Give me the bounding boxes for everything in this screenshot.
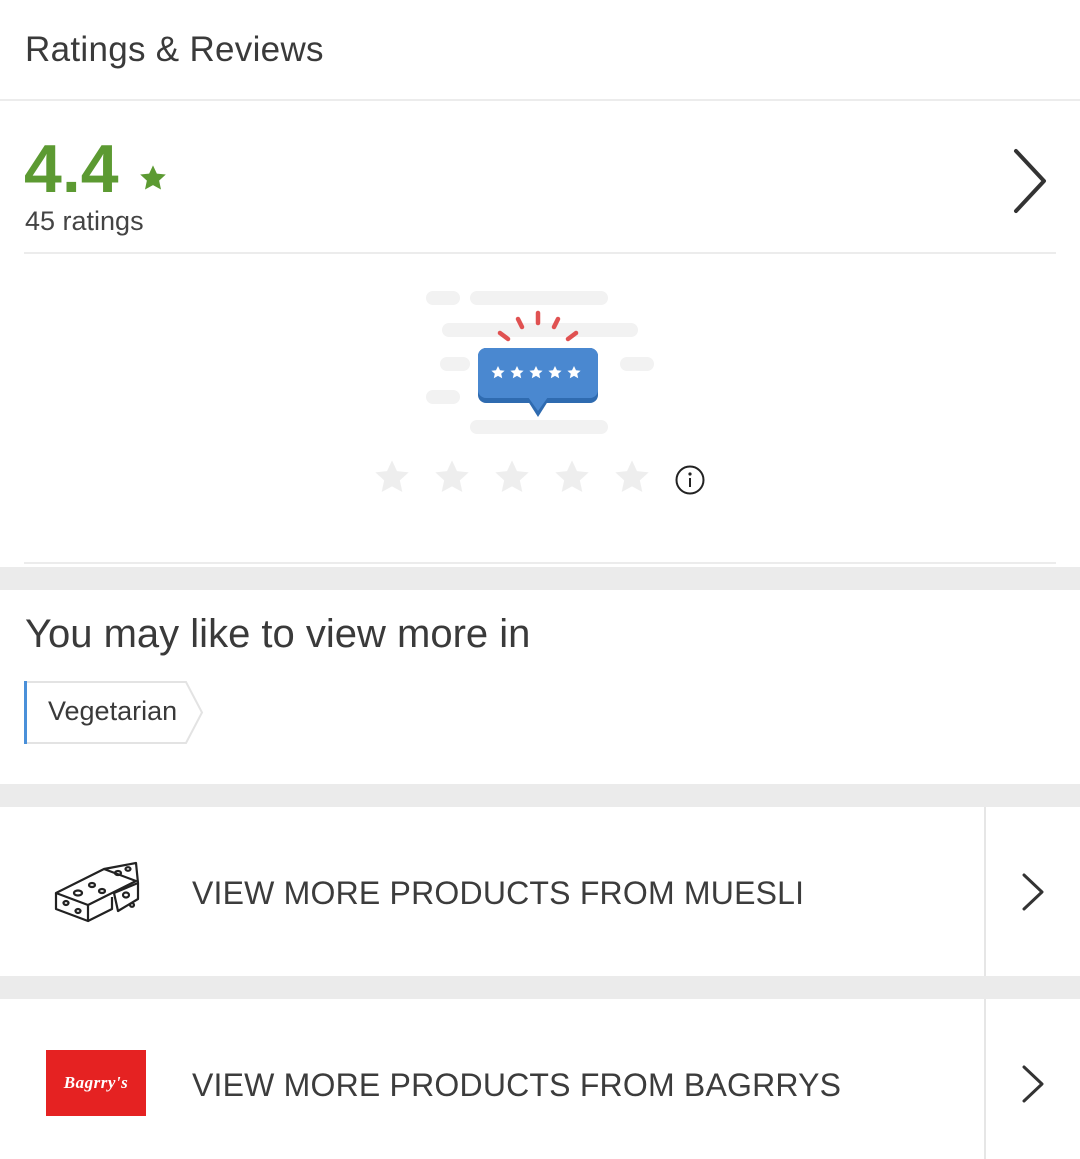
chevron-right-icon[interactable]: [1020, 1063, 1046, 1105]
divider: [24, 252, 1056, 254]
cheese-icon: [54, 861, 140, 923]
overall-rating-row[interactable]: 4.4 45 ratings: [0, 101, 1080, 254]
vertical-divider: [984, 999, 986, 1159]
section-separator: [0, 567, 1080, 590]
view-more-muesli-row[interactable]: VIEW MORE PRODUCTS FROM MUESLI: [0, 807, 1080, 976]
category-tag-vegetarian[interactable]: Vegetarian: [24, 681, 204, 744]
rating-value: 4.4: [24, 131, 119, 207]
review-bubble-illustration: [426, 291, 654, 434]
empty-star-icon-1[interactable]: [372, 456, 412, 498]
empty-star-icon-3[interactable]: [492, 456, 532, 498]
section-separator: [0, 784, 1080, 807]
section-separator: [0, 976, 1080, 999]
info-icon[interactable]: [674, 464, 706, 496]
empty-star-icon-5[interactable]: [612, 456, 652, 498]
section-title: Ratings & Reviews: [25, 30, 324, 69]
empty-star-icon-4[interactable]: [552, 456, 592, 498]
star-icon: [140, 165, 166, 190]
chevron-right-icon[interactable]: [1010, 145, 1050, 217]
empty-star-icon-2[interactable]: [432, 456, 472, 498]
tag-label: Vegetarian: [48, 696, 178, 726]
view-more-bagrrys-row[interactable]: Bagrry's VIEW MORE PRODUCTS FROM BAGRRYS: [0, 999, 1080, 1159]
divider: [24, 562, 1056, 564]
view-more-label: VIEW MORE PRODUCTS FROM MUESLI: [192, 875, 805, 911]
section-header: Ratings & Reviews: [0, 0, 1080, 101]
view-more-label: VIEW MORE PRODUCTS FROM BAGRRYS: [192, 1067, 842, 1103]
recommend-title: You may like to view more in: [25, 612, 531, 656]
brand-logo-text: Bagrry's: [63, 1073, 129, 1092]
brand-logo: Bagrry's: [46, 1050, 146, 1116]
chevron-right-icon[interactable]: [1020, 871, 1046, 913]
vertical-divider: [984, 807, 986, 976]
ratings-count: 45 ratings: [25, 206, 144, 236]
rate-product-stars: [372, 456, 712, 500]
